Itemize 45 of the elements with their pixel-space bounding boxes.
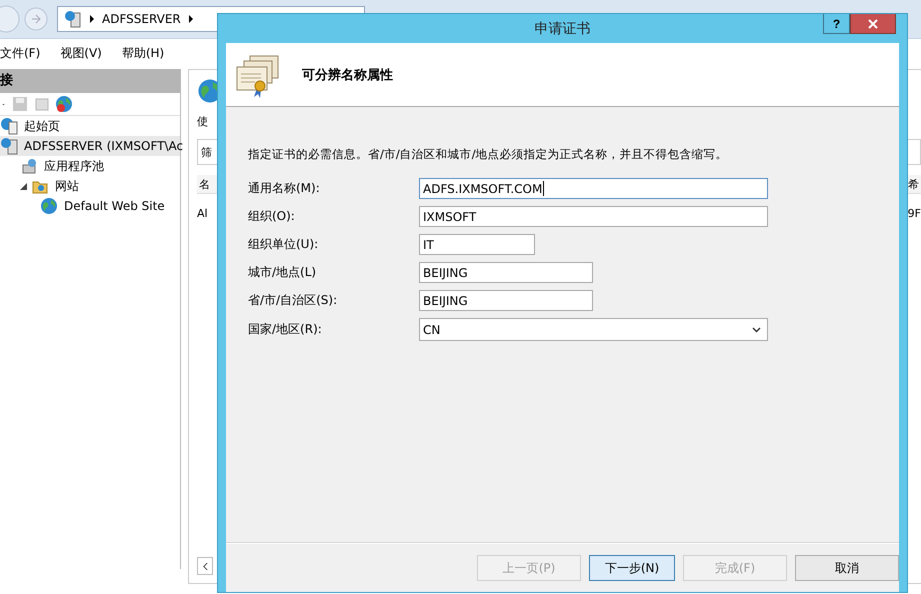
- help-button[interactable]: ?: [823, 14, 850, 34]
- field-label: 组织单位(U):: [248, 236, 320, 253]
- input-field[interactable]: BEIJING: [419, 290, 593, 311]
- field-label: 组织(O):: [248, 208, 296, 225]
- collapse-icon[interactable]: [20, 182, 27, 190]
- column-header[interactable]: 希: [908, 176, 919, 192]
- menu-item[interactable]: 帮助(H): [122, 44, 174, 62]
- input-field[interactable]: BEIJING: [419, 262, 593, 283]
- close-button[interactable]: [850, 14, 896, 34]
- window-title: 申请证书: [534, 20, 590, 38]
- app-pool-icon: [20, 157, 38, 175]
- tree-item[interactable]: ADFSSERVER (IXMSOFT\Ac: [22, 138, 186, 154]
- server-icon: [64, 10, 82, 28]
- chevron-down-icon: [752, 326, 761, 332]
- input-field[interactable]: IXMSOFT: [419, 206, 768, 227]
- field-label: 国家/地区(R):: [248, 321, 323, 338]
- scroll-left-icon[interactable]: [202, 562, 208, 570]
- tree-item[interactable]: 应用程序池: [42, 156, 106, 176]
- close-icon: [868, 18, 878, 28]
- breadcrumb-arrow-icon: [90, 15, 94, 23]
- breadcrumb-arrow-icon: [188, 15, 193, 23]
- menu-item[interactable]: 文件(F): [0, 44, 50, 62]
- pane-title: 接: [0, 69, 180, 93]
- column-header[interactable]: 名: [199, 176, 210, 192]
- label-text: 使: [197, 114, 209, 129]
- globe-icon: [40, 197, 58, 215]
- tree-item[interactable]: 起始页: [22, 116, 62, 136]
- input-field[interactable]: ADFS.IXMSOFT.COM: [419, 178, 768, 199]
- menu-item[interactable]: 视图(V): [60, 44, 112, 62]
- filter-label: 筛: [201, 144, 212, 160]
- table-cell: 9F: [908, 206, 921, 220]
- dropdown[interactable]: CN: [419, 318, 768, 341]
- field-label: 城市/地点(L): [248, 264, 318, 281]
- table-cell: Al: [197, 206, 208, 220]
- dialog-button[interactable]: 下一步(N): [589, 555, 675, 581]
- input-field[interactable]: IT: [419, 234, 535, 255]
- tree-item[interactable]: 网站: [53, 176, 81, 196]
- instruction-text: 指定证书的必需信息。省/市/自治区和城市/地点必须指定为正式名称，并且不得包含缩写。: [248, 147, 729, 162]
- dialog-button[interactable]: 取消: [795, 555, 899, 581]
- disconnect-icon[interactable]: [55, 95, 73, 113]
- breadcrumb[interactable]: ADFSSERVER: [102, 12, 181, 26]
- tree-item[interactable]: Default Web Site: [62, 198, 167, 214]
- field-label: 通用名称(M):: [248, 180, 321, 197]
- page-heading: 可分辨名称属性: [302, 66, 393, 84]
- field-label: 省/市/自治区(S):: [248, 292, 338, 309]
